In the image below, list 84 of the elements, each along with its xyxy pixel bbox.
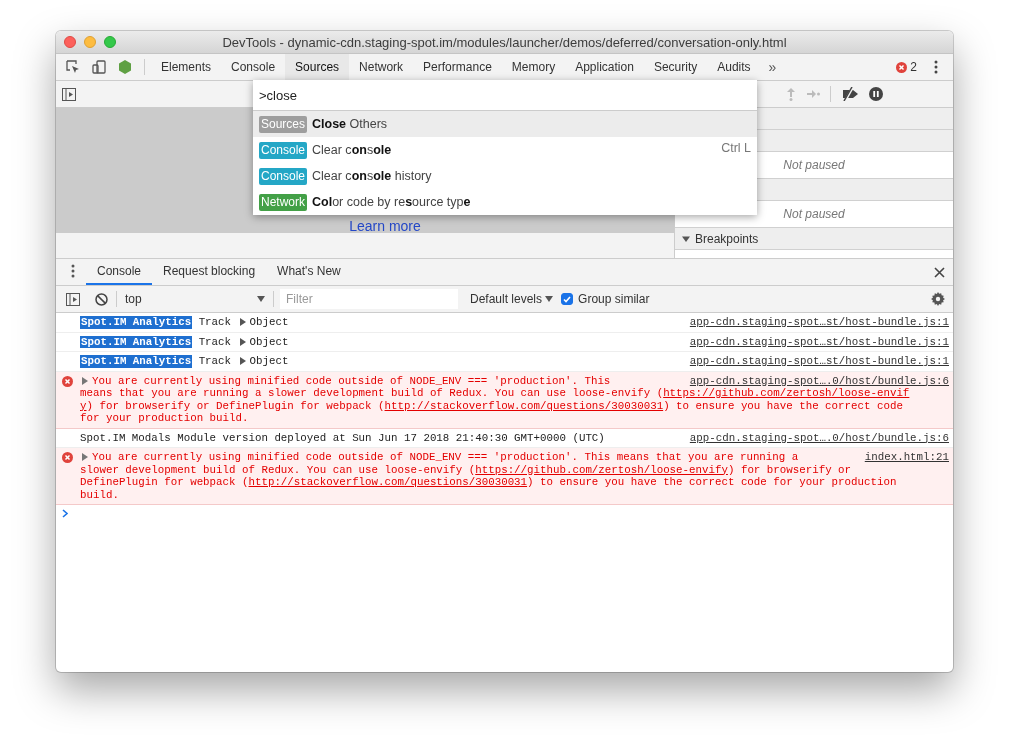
category-tag: Console	[259, 141, 308, 159]
category-tag: Network	[259, 193, 307, 211]
shortcut-text: Ctrl L	[721, 141, 751, 155]
object-preview[interactable]: Object	[249, 335, 289, 348]
message-line: slower development build of Redux. You can use loose-envify (https://github.com/zertosh/loose-envify) for browserify or	[80, 463, 852, 476]
message-link[interactable]: https://github.com/zertosh/loose-envif	[663, 387, 910, 399]
command-label: Color code by resource type	[312, 195, 471, 209]
section-title: Breakpoints	[695, 231, 759, 246]
message-link[interactable]: y	[80, 399, 87, 412]
command-item[interactable]: Console Clear console history	[253, 163, 757, 189]
message-line: You are currently using minified code outside of NODE_ENV === 'production'. This means that you are running a	[92, 451, 799, 464]
panel-tab[interactable]: Sources	[285, 54, 350, 80]
category-tag: Sources	[259, 115, 308, 133]
message-line: DefinePlugin for webpack (http://stackoverflow.com/questions/30030031) to ensure you have the correct code for your production	[80, 476, 897, 489]
error-icon	[896, 61, 908, 73]
panel-tab[interactable]: Memory	[501, 54, 566, 80]
source-link[interactable]: app-cdn.staging-spot….0/host/bundle.js:6	[669, 431, 949, 444]
panel-tab[interactable]: Audits	[707, 54, 761, 80]
dropdown-icon	[545, 296, 554, 302]
expand-triangle-icon[interactable]	[81, 376, 89, 385]
levels-dropdown[interactable]: Default levels	[464, 292, 560, 306]
message-link[interactable]: http://stackoverflow.com/questions/30030031	[384, 399, 664, 412]
log-text: Track	[198, 355, 232, 368]
log-label: Spot.IM Analytics	[80, 355, 193, 368]
expand-triangle-icon[interactable]	[238, 337, 247, 346]
command-item[interactable]: Console Clear console Ctrl L	[253, 137, 757, 163]
log-label: Spot.IM Analytics	[80, 335, 193, 348]
zoom-button[interactable]	[104, 36, 116, 48]
command-label: Clear console	[312, 143, 392, 157]
section-triangle-icon[interactable]	[682, 234, 690, 243]
window-title: DevTools - dynamic-cdn.staging-spot.im/modules/launcher/demos/deferred/conversation-only.html	[222, 34, 787, 50]
close-button[interactable]	[64, 36, 76, 48]
object-preview[interactable]: Object	[249, 316, 289, 329]
section-header[interactable]: Breakpoints	[675, 228, 953, 250]
deactivate-breakpoints-icon[interactable]	[841, 87, 859, 101]
expand-triangle-icon[interactable]	[238, 357, 247, 365]
source-link[interactable]: app-cdn.staging-spot…st/host-bundle.js:1	[669, 335, 949, 348]
category-tag: Console	[259, 167, 308, 185]
dropdown-icon	[257, 296, 265, 302]
drawer-tab[interactable]: What's New	[266, 259, 352, 285]
log-text: Track	[198, 316, 232, 329]
log-label: Spot.IM Analytics	[80, 316, 193, 329]
prompt-chevron-icon[interactable]	[62, 509, 69, 518]
log-text: Spot.IM Modals Module version deployed at Sun Jun 17 2018 21:40:30 GMT+0000 (UTC)	[80, 431, 605, 444]
filter-field[interactable]: Filter	[280, 289, 458, 309]
panel-tab[interactable]: Application	[565, 54, 644, 80]
command-label: Clear console history	[312, 169, 432, 183]
error-count[interactable]: 2	[890, 60, 923, 74]
message-link[interactable]: https://github.com/zertosh/loose-envify	[475, 463, 728, 476]
error-icon	[62, 375, 73, 387]
panel-tab[interactable]: Network	[349, 54, 414, 80]
group-similar-checkbox[interactable]	[561, 293, 574, 305]
message-line: y) for browserify or DefinePlugin for webpack (http://stackoverflow.com/questions/30030031) to ensure you have the correct code	[80, 399, 903, 412]
panel-tab[interactable]: Security	[643, 54, 708, 80]
command-input[interactable]: >close	[253, 80, 757, 111]
message-line: You are currently using minified code outside of NODE_ENV === 'production'. This	[92, 374, 611, 387]
navigator-toggle-icon[interactable]	[62, 87, 76, 101]
message-line: means that you are running a slower development build of Redux. You can use loose-envify (https://github.com/zertosh/loose-envif	[80, 387, 910, 400]
learn-more-link[interactable]: Learn more	[349, 218, 421, 234]
message-line: build.	[80, 488, 119, 501]
command-label: Close Others	[312, 117, 388, 131]
panel-tab[interactable]: Elements	[151, 54, 222, 80]
error-icon	[62, 452, 73, 463]
message-link[interactable]: http://stackoverflow.com/questions/30030031	[248, 476, 528, 488]
source-link[interactable]: app-cdn.staging-spot….0/host/bundle.js:6	[669, 374, 949, 387]
source-link[interactable]: app-cdn.staging-spot…st/host-bundle.js:1	[669, 355, 949, 368]
object-preview[interactable]: Object	[249, 355, 289, 368]
expand-triangle-icon[interactable]	[238, 318, 247, 326]
command-item[interactable]: Network Color code by resource type	[253, 189, 757, 215]
more-tabs[interactable]: »	[760, 59, 785, 75]
command-item[interactable]: Sources Close Others	[253, 111, 757, 137]
source-link[interactable]: app-cdn.staging-spot…st/host-bundle.js:1	[669, 316, 949, 329]
panel-tab[interactable]: Performance	[413, 54, 502, 80]
log-text: Track	[198, 335, 232, 348]
source-link[interactable]: index.html:21	[844, 451, 949, 464]
drawer-tab[interactable]: Request blocking	[152, 259, 267, 285]
close-icon[interactable]	[934, 266, 945, 278]
context-select[interactable]: top	[119, 292, 271, 306]
checkbox-label: Group similar	[578, 292, 650, 306]
panel-tab[interactable]: Console	[221, 54, 286, 80]
message-line: for your production build.	[80, 412, 249, 425]
settings-icon[interactable]	[931, 292, 945, 306]
pause-icon[interactable]	[869, 87, 883, 101]
expand-triangle-icon[interactable]	[81, 453, 89, 461]
